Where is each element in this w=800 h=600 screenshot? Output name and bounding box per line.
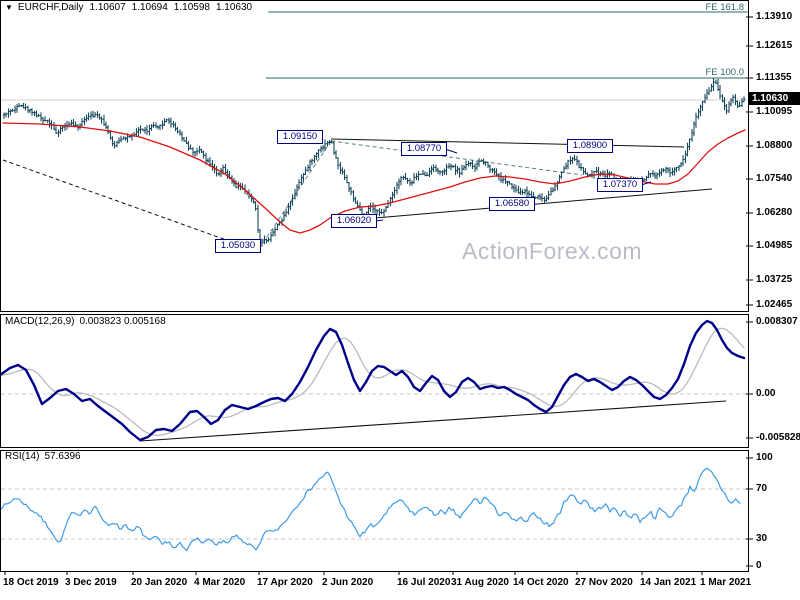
symbol-dropdown-icon[interactable]: ▼ (5, 3, 13, 12)
date-label: 31 Aug 2020 (451, 577, 509, 588)
price-annotation[interactable]: 1.08770 (401, 142, 447, 156)
chart-canvas[interactable] (0, 0, 800, 600)
price-axis-label: 1.11355 (756, 72, 792, 83)
macd-axis-label: -0.005828 (756, 432, 800, 443)
price-annotation[interactable]: 1.06580 (489, 197, 535, 211)
symbol-header: ▼ EURCHF,Daily 1.10607 1.10694 1.10598 1.1063… (5, 2, 252, 13)
date-label: 27 Nov 2020 (575, 577, 633, 588)
macd-indicator-name: MACD(12,26,9) (5, 316, 74, 327)
price-axis-label: 1.10095 (756, 106, 792, 117)
watermark: ActionForex.com (462, 238, 642, 265)
trendline (331, 141, 582, 175)
date-label: 18 Oct 2019 (3, 577, 59, 588)
macd-signal-line (0, 328, 744, 435)
price-axis-label: 1.02465 (756, 299, 792, 310)
macd-header: MACD(12,26,9) 0.003823 0.005168 (5, 316, 166, 327)
rsi-indicator-name: RSI(14) (5, 451, 39, 462)
price-axis-label: 1.07540 (756, 173, 792, 184)
price-axis-label: 1.03725 (756, 274, 792, 285)
macd-axis-label: 0.008307 (756, 316, 798, 327)
ohlc-high: 1.10694 (132, 2, 168, 13)
macd-main-line (0, 321, 744, 440)
rsi-axis-label: 70 (756, 483, 767, 494)
price-axis-label: 1.13910 (756, 11, 792, 22)
ohlc-close: 1.10630 (216, 2, 252, 13)
rsi-axis-label: 100 (756, 452, 773, 463)
price-axis-label: 1.08800 (756, 140, 792, 151)
symbol-name: EURCHF,Daily (18, 2, 84, 13)
date-label: 17 Apr 2020 (257, 577, 313, 588)
current-price-badge: 1.10630 (749, 92, 800, 105)
date-label: 20 Jan 2020 (131, 577, 187, 588)
rsi-axis-label: 30 (756, 533, 767, 544)
price-axis-label: 1.12615 (756, 40, 792, 51)
date-label: 2 Jun 2020 (322, 577, 373, 588)
rsi-line (0, 468, 740, 550)
ohlc-open: 1.10607 (89, 2, 125, 13)
macd-values: 0.003823 0.005168 (79, 316, 165, 327)
rsi-value: 57.6396 (44, 451, 80, 462)
macd-axis-label: 0.00 (756, 388, 775, 399)
fibonacci-expansion-label: FE 161.8 (705, 2, 744, 13)
rsi-axis-label: 0 (756, 560, 762, 571)
price-annotation[interactable]: 1.05030 (215, 239, 261, 253)
price-axis-label: 1.04985 (756, 240, 792, 251)
date-label: 3 Dec 2019 (65, 577, 117, 588)
date-label: 4 Mar 2020 (194, 577, 245, 588)
rsi-panel-border (1, 451, 749, 572)
date-label: 14 Jan 2021 (640, 577, 696, 588)
date-label: 14 Oct 2020 (513, 577, 569, 588)
rsi-header: RSI(14) 57.6396 (5, 451, 81, 462)
price-annotation[interactable]: 1.08900 (567, 139, 613, 153)
price-axis-label: 1.06280 (756, 207, 792, 218)
date-label: 16 Jul 2020 (397, 577, 450, 588)
ohlc-low: 1.10598 (174, 2, 210, 13)
date-label: 1 Mar 2021 (700, 577, 751, 588)
price-annotation[interactable]: 1.09150 (277, 130, 323, 144)
chart-window: ▼ EURCHF,Daily 1.10607 1.10694 1.10598 1.1063… (0, 0, 800, 600)
price-annotation[interactable]: 1.06020 (331, 214, 377, 228)
trendline (331, 139, 684, 147)
fibonacci-expansion-label: FE 100.0 (705, 67, 744, 78)
price-annotation[interactable]: 1.07370 (597, 178, 643, 192)
